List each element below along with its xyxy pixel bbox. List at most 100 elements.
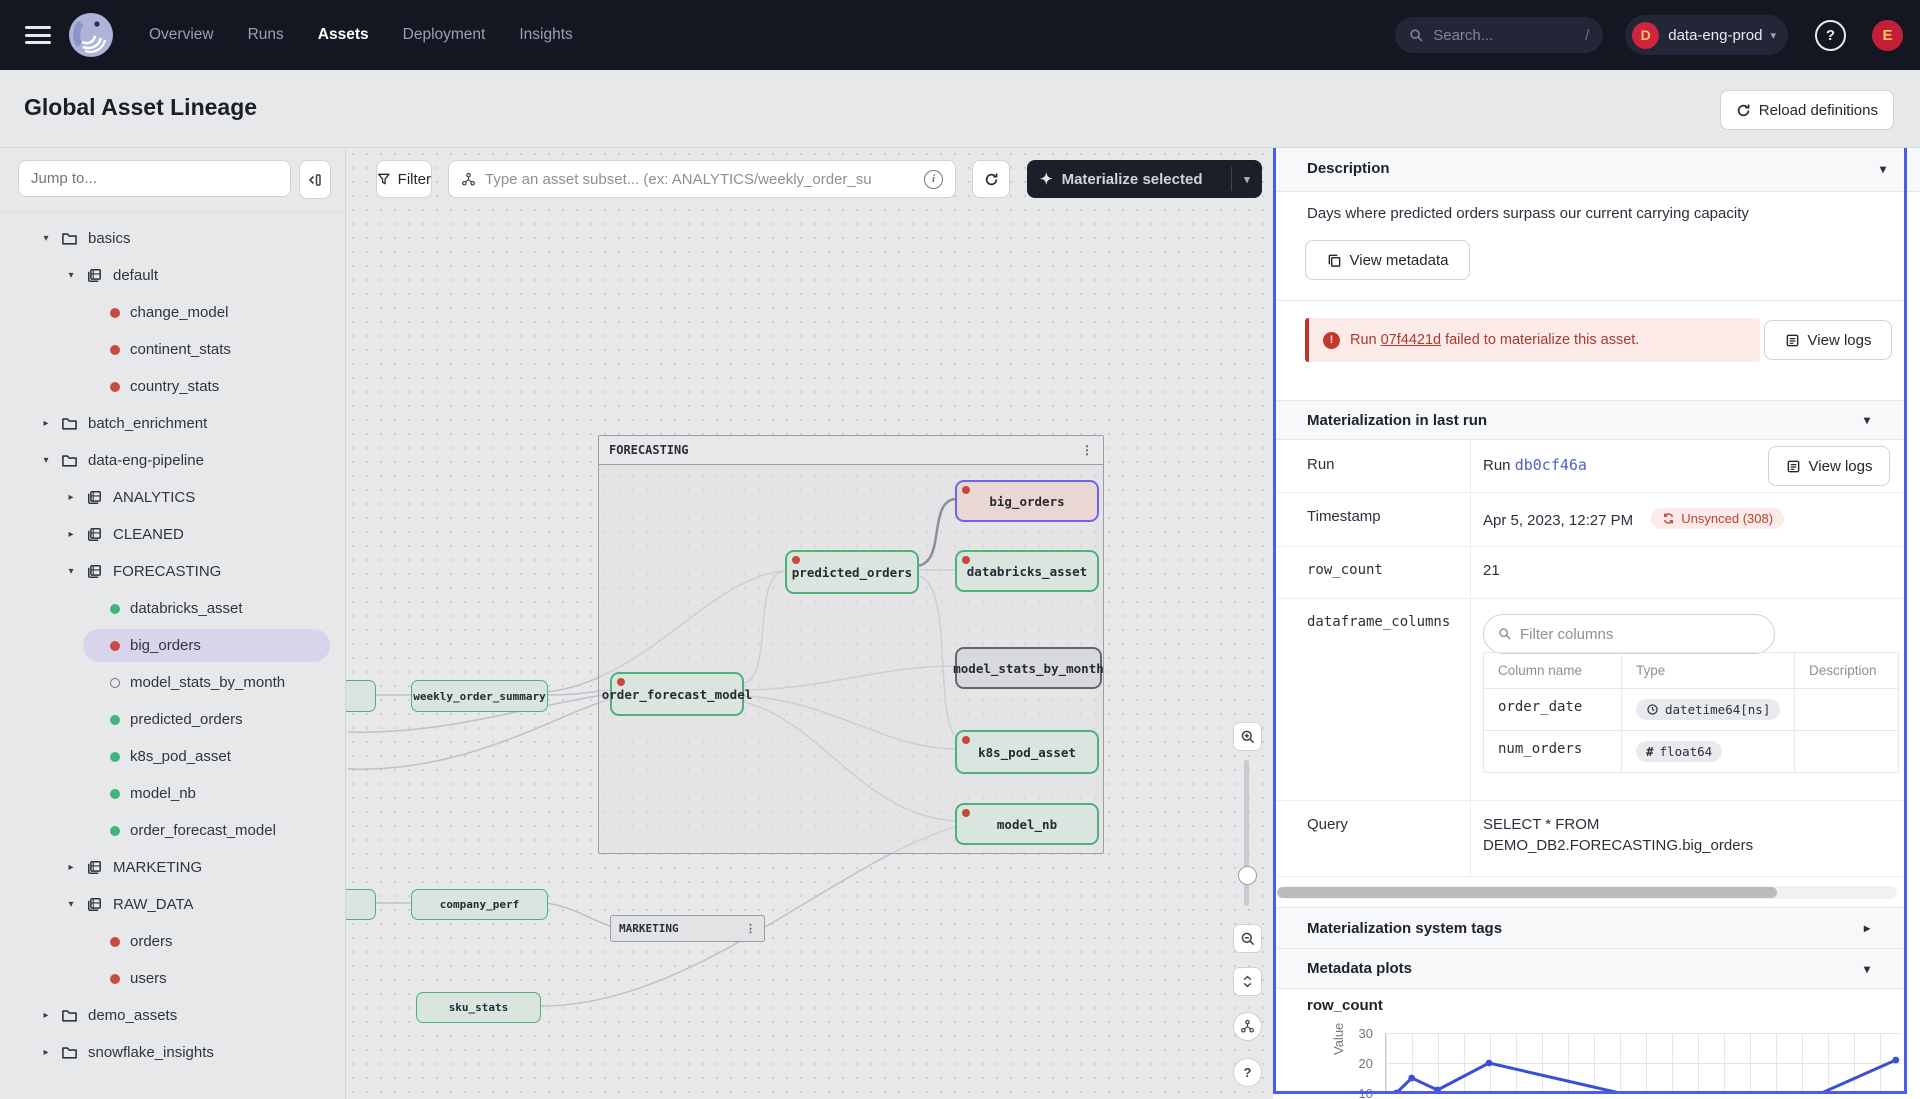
zoom-slider-handle[interactable] <box>1238 866 1257 885</box>
graph-node-big_orders[interactable]: big_orders <box>955 480 1099 522</box>
nav-link-assets[interactable]: Assets <box>318 26 369 44</box>
tree-item-marketing[interactable]: ▸MARKETING <box>0 849 346 886</box>
tree-item-big_orders[interactable]: big_orders <box>0 627 346 664</box>
tree-item-basics[interactable]: ▾basics <box>0 220 346 257</box>
caret-right-icon[interactable]: ▸ <box>40 1010 52 1021</box>
global-search-input[interactable]: Search... / <box>1395 17 1603 53</box>
nav-link-runs[interactable]: Runs <box>248 26 284 44</box>
metadata-plots-section-header[interactable]: Metadata plots ▾ <box>1273 949 1904 989</box>
caret-right-icon[interactable]: ▸ <box>65 529 77 540</box>
graph-node-k8s_pod_asset[interactable]: k8s_pod_asset <box>955 730 1099 774</box>
caret-down-icon[interactable]: ▾ <box>65 899 77 910</box>
graph-node-databricks_asset[interactable]: databricks_asset <box>955 550 1099 592</box>
tree-item-model_nb[interactable]: model_nb <box>0 775 346 812</box>
chevron-down-icon[interactable]: ▾ <box>1864 413 1870 427</box>
user-avatar[interactable]: E <box>1872 20 1903 51</box>
tree-item-order_forecast_model[interactable]: order_forecast_model <box>0 812 346 849</box>
info-icon[interactable]: i <box>924 170 943 189</box>
group-menu-icon[interactable]: ⋮ <box>745 922 756 935</box>
caret-right-icon[interactable]: ▸ <box>40 418 52 429</box>
refresh-graph-button[interactable] <box>972 160 1010 198</box>
collapse-groups-button[interactable] <box>1233 967 1262 996</box>
description-section-header[interactable]: Description ▾ <box>1273 145 1920 192</box>
tree-item-analytics[interactable]: ▸ANALYTICS <box>0 479 346 516</box>
graph-node-cutoff-1[interactable] <box>346 680 376 712</box>
tree-item-users[interactable]: users <box>0 960 346 997</box>
tree-item-cleaned[interactable]: ▸CLEANED <box>0 516 346 553</box>
scrollbar-thumb[interactable] <box>1277 887 1777 898</box>
chevron-down-icon[interactable]: ▾ <box>1880 162 1886 176</box>
caret-down-icon[interactable]: ▾ <box>65 566 77 577</box>
nav-link-overview[interactable]: Overview <box>149 26 214 44</box>
group-menu-icon[interactable]: ⋮ <box>1081 443 1093 457</box>
graph-node-model_stats_by_month[interactable]: model_stats_by_month <box>955 647 1102 689</box>
view-logs-button[interactable]: View logs <box>1764 320 1892 360</box>
nav-link-insights[interactable]: Insights <box>519 26 572 44</box>
run-id-link[interactable]: 07f4421d <box>1381 332 1441 348</box>
canvas-help-button[interactable]: ? <box>1233 1058 1262 1087</box>
graph-node-model_nb[interactable]: model_nb <box>955 803 1099 845</box>
columns-table-header: Column name Type Description <box>1484 653 1898 688</box>
graph-node-predicted_orders[interactable]: predicted_orders <box>785 550 919 594</box>
zoom-out-button[interactable] <box>1233 924 1262 953</box>
materialization-section-header[interactable]: Materialization in last run ▾ <box>1273 400 1904 440</box>
materialize-selected-button[interactable]: ✦ Materialize selected ▾ <box>1027 160 1262 198</box>
filter-columns-input[interactable]: Filter columns <box>1483 614 1775 654</box>
caret-down-icon[interactable]: ▾ <box>65 270 77 281</box>
tree-item-k8s_pod_asset[interactable]: k8s_pod_asset <box>0 738 346 775</box>
caret-right-icon[interactable]: ▸ <box>40 1047 52 1058</box>
tree-item-forecasting[interactable]: ▾FORECASTING <box>0 553 346 590</box>
tree-item-orders[interactable]: orders <box>0 923 346 960</box>
graph-node-cutoff-2[interactable] <box>346 889 376 920</box>
log-icon <box>1785 333 1800 348</box>
tree-item-data-eng-pipeline[interactable]: ▾data-eng-pipeline <box>0 442 346 479</box>
caret-right-icon[interactable]: ▸ <box>65 862 77 873</box>
graph-layout-button[interactable] <box>1233 1012 1262 1041</box>
reload-definitions-button[interactable]: Reload definitions <box>1720 90 1894 130</box>
tree-item-country_stats[interactable]: country_stats <box>0 368 346 405</box>
tree-item-model_stats_by_month[interactable]: model_stats_by_month <box>0 664 346 701</box>
graph-node-weekly_order_summary[interactable]: weekly_order_summary <box>411 680 548 712</box>
chevron-down-icon[interactable]: ▾ <box>1864 962 1870 976</box>
filter-label: Filter <box>398 171 431 188</box>
question-icon: ? <box>1826 27 1835 44</box>
run-id-link[interactable]: db0cf46a <box>1515 456 1587 474</box>
dagster-logo-icon[interactable] <box>67 11 115 59</box>
help-button[interactable]: ? <box>1815 20 1846 51</box>
view-metadata-button[interactable]: View metadata <box>1305 240 1470 280</box>
zoom-in-button[interactable] <box>1233 722 1262 751</box>
unsynced-badge[interactable]: Unsynced (308) <box>1651 508 1784 529</box>
tree-item-change_model[interactable]: change_model <box>0 294 346 331</box>
lineage-graph-canvas[interactable]: FORECASTING⋮ big_orders predicted_orders… <box>346 147 1273 1099</box>
filter-button[interactable]: Filter <box>376 160 432 198</box>
view-logs-button[interactable]: View logs <box>1768 446 1890 486</box>
chevron-right-icon[interactable]: ▸ <box>1864 921 1870 935</box>
graph-node-company_perf[interactable]: company_perf <box>411 889 548 920</box>
group-forecasting-title[interactable]: FORECASTING⋮ <box>599 436 1103 465</box>
tree-item-demo_assets[interactable]: ▸demo_assets <box>0 997 346 1034</box>
hamburger-menu-icon[interactable] <box>25 26 51 44</box>
asset-subset-input[interactable]: Type an asset subset... (ex: ANALYTICS/w… <box>448 160 956 198</box>
caret-down-icon[interactable]: ▾ <box>40 455 52 466</box>
divider <box>1273 300 1904 301</box>
tree-item-continent_stats[interactable]: continent_stats <box>0 331 346 368</box>
tree-item-predicted_orders[interactable]: predicted_orders <box>0 701 346 738</box>
tree-item-default[interactable]: ▾default <box>0 257 346 294</box>
caret-down-icon[interactable]: ▾ <box>40 233 52 244</box>
system-tags-section-header[interactable]: Materialization system tags ▸ <box>1273 907 1904 949</box>
nav-links: Overview Runs Assets Deployment Insights <box>149 26 573 44</box>
tree-item-raw_data[interactable]: ▾RAW_DATA <box>0 886 346 923</box>
tree-item-snowflake_insights[interactable]: ▸snowflake_insights <box>0 1034 346 1071</box>
collapse-sidebar-button[interactable] <box>299 160 331 199</box>
caret-right-icon[interactable]: ▸ <box>65 492 77 503</box>
horizontal-scrollbar[interactable] <box>1277 886 1897 899</box>
graph-node-order_forecast_model[interactable]: order_forecast_model <box>610 672 744 716</box>
chevron-down-icon[interactable]: ▾ <box>1232 173 1262 186</box>
group-marketing-collapsed[interactable]: MARKETING⋮ <box>610 915 765 942</box>
deployment-switcher[interactable]: D data-eng-prod ▾ <box>1625 15 1788 55</box>
tree-item-databricks_asset[interactable]: databricks_asset <box>0 590 346 627</box>
jump-to-input[interactable] <box>18 160 291 197</box>
graph-node-sku_stats[interactable]: sku_stats <box>416 992 541 1023</box>
nav-link-deployment[interactable]: Deployment <box>403 26 486 44</box>
tree-item-batch_enrichment[interactable]: ▸batch_enrichment <box>0 405 346 442</box>
